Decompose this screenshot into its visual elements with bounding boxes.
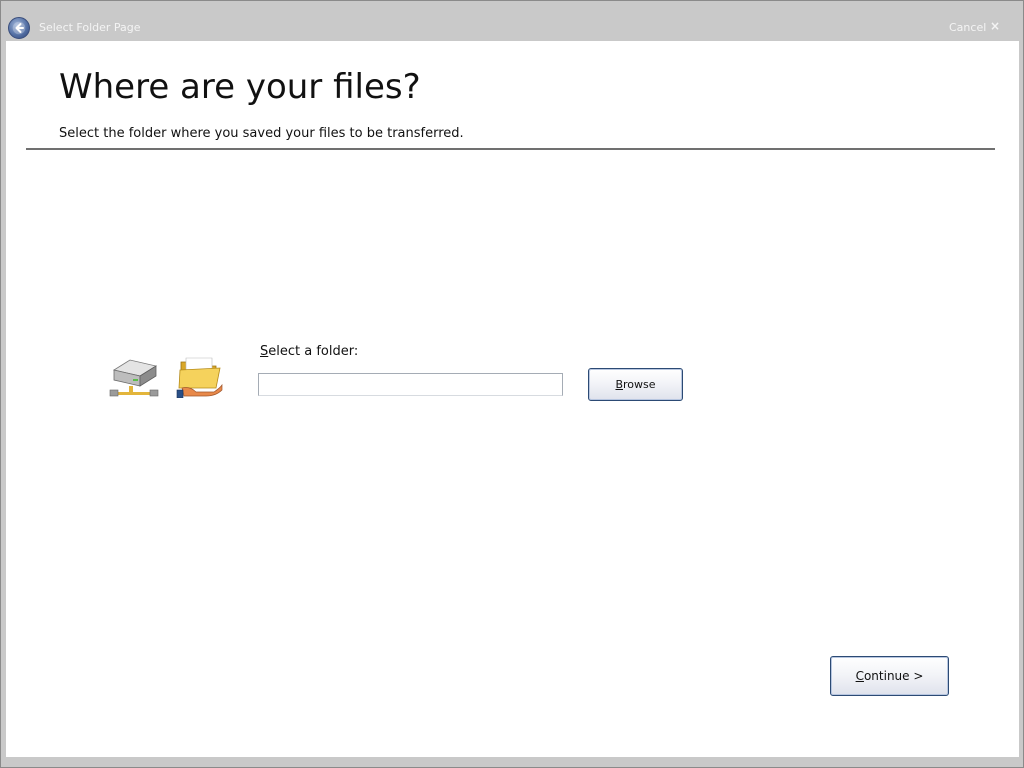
continue-button[interactable]: Continue >: [830, 656, 949, 696]
page-subheading: Select the folder where you saved your f…: [59, 126, 464, 141]
browse-button[interactable]: Browse: [588, 368, 683, 401]
page-heading: Where are your files?: [59, 67, 421, 107]
title-bar: Select Folder Page Cancel ×: [1, 1, 1023, 41]
back-arrow-icon: [12, 21, 26, 35]
label-text: elect a folder:: [268, 344, 359, 359]
divider: [26, 148, 995, 150]
network-drive-icon: [109, 359, 159, 397]
wizard-window: Select Folder Page Cancel × Where are yo…: [0, 0, 1024, 768]
cancel-link[interactable]: Cancel: [949, 21, 986, 34]
page-title: Select Folder Page: [39, 21, 141, 34]
browse-mnemonic: B: [615, 378, 624, 391]
back-button[interactable]: [8, 17, 30, 39]
continue-label: ontinue >: [863, 669, 924, 683]
shared-folder-icon: [176, 357, 223, 398]
folder-path-input[interactable]: [258, 373, 563, 396]
browse-label: rowse: [623, 378, 656, 391]
continue-mnemonic: C: [855, 669, 864, 683]
select-folder-label: Select a folder:: [260, 344, 358, 359]
close-icon[interactable]: ×: [990, 19, 1000, 33]
content-area: Where are your files? Select the folder …: [6, 41, 1019, 757]
